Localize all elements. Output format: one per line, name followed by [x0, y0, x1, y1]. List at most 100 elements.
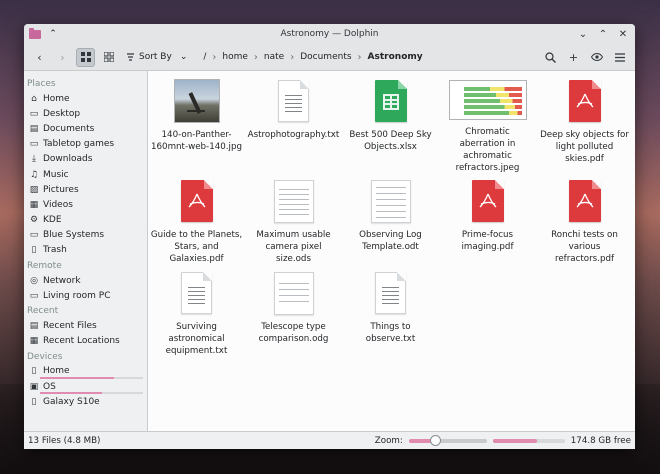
home-icon: ⌂	[31, 93, 37, 104]
breadcrumb-home[interactable]: home	[216, 52, 254, 62]
sidebar-item-videos[interactable]: ▦ Videos	[24, 197, 147, 212]
drive-icon: ▣	[29, 381, 39, 392]
breadcrumb-root[interactable]: /	[197, 52, 212, 62]
back-arrow-icon: ‹	[37, 50, 42, 64]
sidebar-item-label: Documents	[43, 123, 95, 134]
sidebar-item-label: Tabletop games	[43, 139, 115, 150]
document-thumbnail	[273, 179, 314, 223]
file-item[interactable]: Ronchi tests on various refractors.pdf	[536, 174, 633, 266]
sidebar-item-home[interactable]: ⌂ Home	[24, 91, 147, 106]
folder-icon: ▭	[29, 230, 39, 241]
kde-icon: ⚙	[29, 215, 39, 226]
videos-icon: ▦	[29, 199, 39, 210]
menu-button[interactable]	[610, 48, 629, 67]
pictures-icon: ▨	[29, 184, 39, 195]
sidebar-item-desktop[interactable]: ▭ Desktop	[24, 106, 147, 121]
recent-files-icon: ▤	[29, 321, 39, 332]
sidebar-item-label: Living room PC	[43, 290, 111, 301]
sidebar-item-downloads[interactable]: ⤓ Downloads	[24, 152, 147, 167]
breadcrumb-current[interactable]: Astronomy	[362, 52, 429, 62]
sidebar-item-label: Recent Files	[43, 321, 97, 332]
sidebar-item-label: OS	[43, 381, 56, 392]
new-tab-button[interactable]: +	[564, 48, 583, 67]
file-item[interactable]: Things to observe.txt	[342, 266, 439, 358]
sidebar-item-galaxy-s10e[interactable]: ▯ Galaxy S10e	[24, 394, 147, 409]
compact-view-button[interactable]	[99, 48, 118, 67]
forward-button[interactable]: ›	[53, 48, 72, 67]
file-view[interactable]: 140-on-Panther-160mnt-web-140.jpg Astrop…	[148, 71, 635, 431]
download-icon: ⤓	[32, 154, 36, 165]
file-item[interactable]: Best 500 Deep Sky Objects.xlsx	[342, 74, 439, 174]
close-button[interactable]: ✕	[617, 29, 629, 40]
sidebar-item-documents[interactable]: ▤ Documents	[24, 121, 147, 136]
breadcrumb-user[interactable]: nate	[258, 52, 290, 62]
sidebar-item-label: KDE	[43, 215, 62, 226]
file-item[interactable]: Prime-focus imaging.pdf	[439, 174, 536, 266]
sidebar-item-label: Downloads	[43, 154, 93, 165]
sidebar-item-label: Videos	[43, 199, 73, 210]
maximize-button[interactable]: ⌃	[597, 29, 609, 40]
file-item[interactable]: Surviving astronomical equipment.txt	[148, 266, 245, 358]
file-name: Telescope type comparison.odg	[258, 322, 329, 344]
sidebar-item-home-drive[interactable]: ▯ Home	[24, 364, 147, 379]
sidebar-item-label: Galaxy S10e	[43, 396, 100, 407]
zoom-label: Zoom:	[374, 435, 403, 446]
sort-by-button[interactable]: Sort By ⌄	[122, 52, 191, 62]
file-item[interactable]: 140-on-Panther-160mnt-web-140.jpg	[148, 74, 245, 174]
free-space-bar	[492, 438, 565, 443]
sidebar-item-recent-locations[interactable]: ▦ Recent Locations	[24, 334, 147, 349]
forward-arrow-icon: ›	[60, 50, 65, 64]
breadcrumb-documents[interactable]: Documents	[294, 52, 357, 62]
keep-above-icon[interactable]: ⌃	[47, 29, 59, 39]
eye-icon	[590, 53, 603, 61]
file-grid: 140-on-Panther-160mnt-web-140.jpg Astrop…	[148, 74, 634, 358]
sidebar-item-living-room-pc[interactable]: ▭ Living room PC	[24, 288, 147, 303]
sidebar-item-os-drive[interactable]: ▣ OS	[24, 379, 147, 395]
sidebar-item-pictures[interactable]: ▨ Pictures	[24, 182, 147, 197]
sidebar-item-recent-files[interactable]: ▤ Recent Files	[24, 318, 147, 333]
sidebar-item-trash[interactable]: ▯ Trash	[24, 243, 147, 258]
file-name: Best 500 Deep Sky Objects.xlsx	[349, 130, 432, 152]
sidebar-item-network[interactable]: ◎ Network	[24, 273, 147, 288]
zoom-slider[interactable]	[408, 434, 487, 446]
documents-icon: ▤	[29, 123, 39, 134]
file-item[interactable]: Deep sky objects for light polluted skie…	[536, 74, 633, 174]
text-file-icon	[181, 272, 212, 314]
preview-button[interactable]	[587, 48, 606, 67]
text-file-icon	[278, 80, 309, 122]
pdf-icon	[568, 180, 601, 222]
file-item[interactable]: Observing Log Template.odt	[342, 174, 439, 266]
trash-icon: ▯	[31, 245, 37, 256]
zoom-slider-handle[interactable]	[429, 434, 441, 446]
file-name: Chromatic aberration in achromatic refra…	[455, 127, 520, 173]
minimize-button[interactable]: ⌄	[577, 29, 589, 40]
file-name: Maximum usable camera pixel size.ods	[256, 230, 331, 264]
sidebar-item-kde[interactable]: ⚙ KDE	[24, 213, 147, 228]
network-icon: ◎	[30, 275, 38, 286]
file-name: Things to observe.txt	[365, 322, 416, 344]
sidebar-item-music[interactable]: ♫ Music	[24, 167, 147, 182]
drawing-thumbnail	[273, 271, 314, 315]
photo-thumbnail	[173, 79, 220, 123]
icons-view-button[interactable]	[76, 47, 95, 67]
phone-icon: ▯	[31, 396, 37, 407]
recent-header: Recent	[27, 306, 59, 317]
dolphin-window: ⌃ Astronomy — Dolphin ⌄ ⌃ ✕ ‹ › Sort By …	[24, 24, 635, 449]
search-button[interactable]	[541, 48, 560, 67]
file-name: Prime-focus imaging.pdf	[461, 230, 514, 252]
file-item[interactable]: Telescope type comparison.odg	[245, 266, 342, 358]
file-item[interactable]: Guide to the Planets, Stars, and Galaxie…	[148, 174, 245, 266]
file-item[interactable]: Maximum usable camera pixel size.ods	[245, 174, 342, 266]
free-space-label: 174.8 GB free	[570, 435, 631, 446]
file-name: Astrophotography.txt	[247, 130, 340, 140]
sort-by-label: Sort By	[139, 52, 172, 62]
file-name: Guide to the Planets, Stars, and Galaxie…	[150, 230, 243, 264]
back-button[interactable]: ‹	[30, 48, 49, 67]
sidebar-item-blue-systems[interactable]: ▭ Blue Systems	[24, 228, 147, 243]
chevron-down-icon: ⌄	[179, 52, 188, 62]
file-name: Deep sky objects for light polluted skie…	[540, 130, 629, 164]
sidebar-item-label: Music	[43, 169, 69, 180]
file-item[interactable]: Astrophotography.txt	[245, 74, 342, 174]
sidebar-item-tabletop-games[interactable]: ▭ Tabletop games	[24, 137, 147, 152]
file-item[interactable]: Chromatic aberration in achromatic refra…	[439, 74, 536, 174]
